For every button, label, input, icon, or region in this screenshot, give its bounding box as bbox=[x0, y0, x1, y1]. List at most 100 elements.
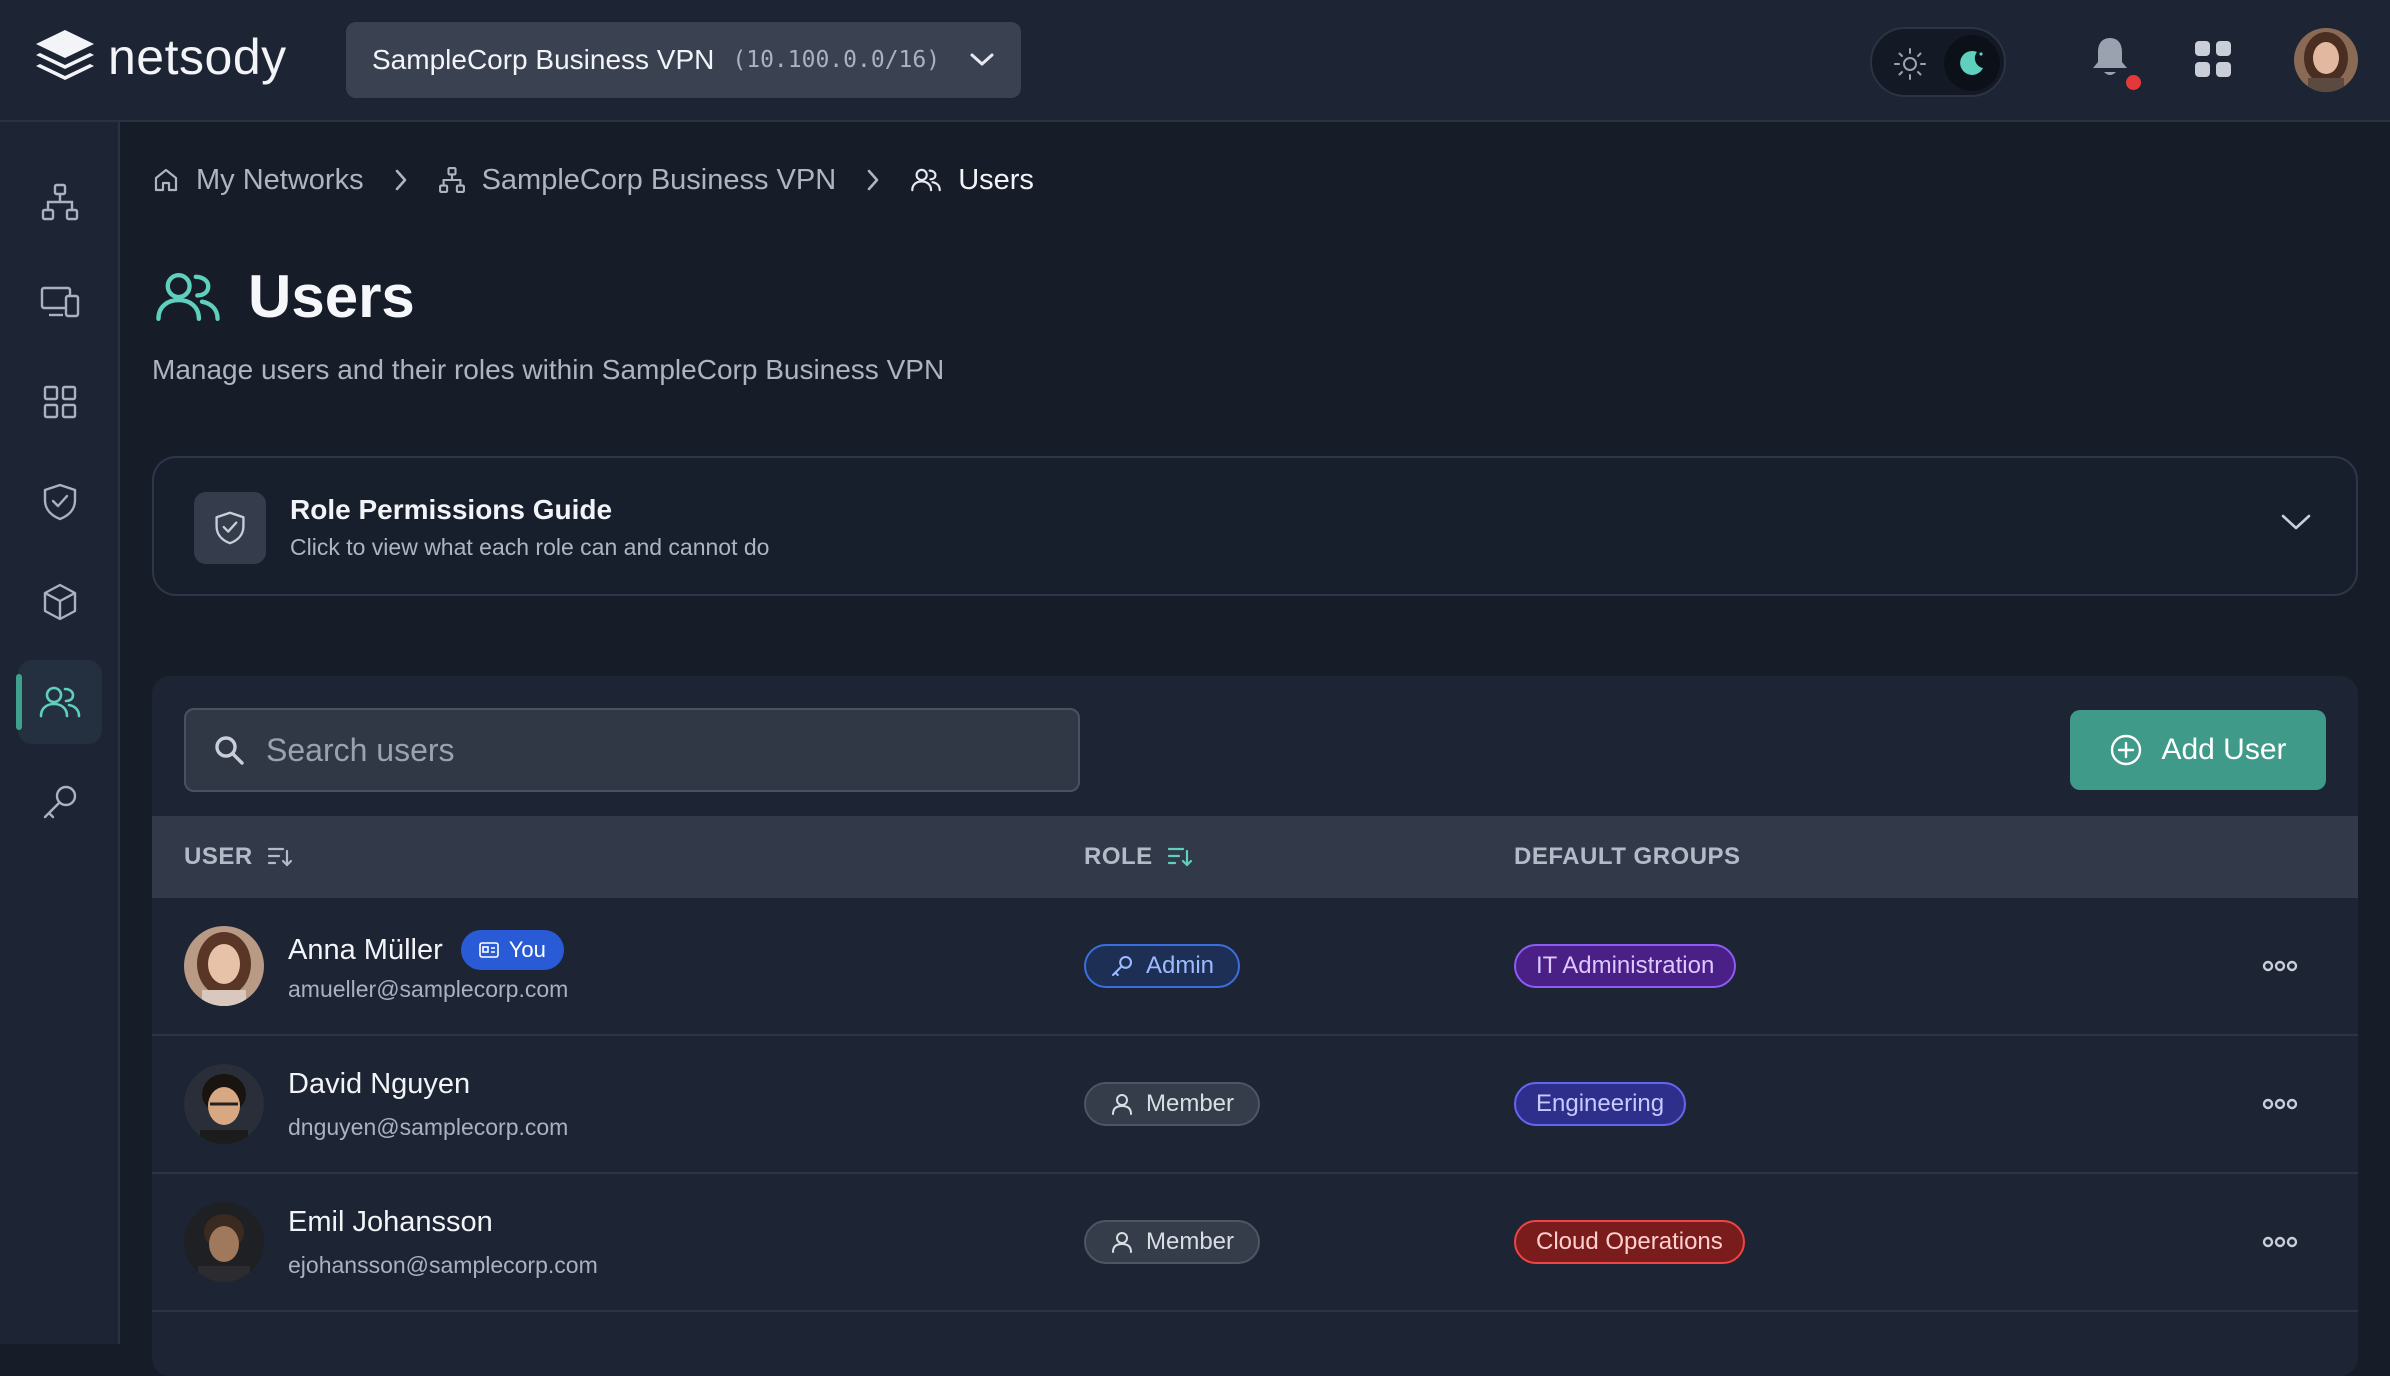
more-options-icon[interactable] bbox=[2262, 956, 2298, 976]
user-name-text: David Nguyen bbox=[288, 1068, 471, 1100]
user-name: Emil Johansson bbox=[288, 1206, 493, 1239]
shield-check-icon bbox=[194, 492, 266, 564]
notification-bell-icon[interactable] bbox=[2090, 34, 2130, 80]
brand-logo[interactable]: netsody bbox=[32, 26, 287, 88]
sidebar-item-devices[interactable] bbox=[18, 260, 102, 344]
role-permissions-guide[interactable]: Role Permissions Guide Click to view wha… bbox=[152, 456, 2358, 596]
network-topology-icon bbox=[41, 183, 79, 221]
breadcrumb-label: Users bbox=[958, 163, 1034, 196]
plus-circle-icon bbox=[2111, 734, 2142, 766]
notification-dot bbox=[2126, 75, 2141, 90]
role-label: Member bbox=[1146, 1228, 1235, 1255]
users-icon bbox=[911, 168, 941, 192]
chevron-right-icon bbox=[867, 169, 879, 191]
top-bar: netsody SampleCorp Business VPN (10.100.… bbox=[0, 0, 2390, 122]
search-icon bbox=[215, 736, 244, 765]
group-badge: IT Administration bbox=[1514, 944, 1737, 988]
guide-title: Role Permissions Guide bbox=[290, 494, 613, 525]
role-label: Admin bbox=[1146, 952, 1215, 979]
id-card-icon bbox=[478, 942, 499, 958]
sidebar-item-network[interactable] bbox=[18, 160, 102, 244]
sort-icon[interactable] bbox=[267, 845, 293, 869]
avatar bbox=[184, 1202, 264, 1282]
search-input[interactable] bbox=[266, 731, 1052, 769]
table-row[interactable]: Emil Johansson ejohansson@samplecorp.com… bbox=[152, 1174, 2358, 1312]
group-badge: Cloud Operations bbox=[1514, 1220, 1745, 1264]
breadcrumb-users: Users bbox=[910, 164, 1034, 197]
network-selector[interactable]: SampleCorp Business VPN (10.100.0.0/16) bbox=[346, 22, 1021, 98]
sidebar bbox=[0, 122, 120, 1344]
cube-icon bbox=[43, 583, 77, 621]
home-icon bbox=[154, 168, 178, 192]
logo-layers-icon bbox=[36, 30, 94, 80]
network-selector-name: SampleCorp Business VPN bbox=[372, 44, 715, 75]
user-email: ejohansson@samplecorp.com bbox=[288, 1252, 598, 1278]
breadcrumb-network[interactable]: SampleCorp Business VPN bbox=[438, 163, 837, 197]
group-badge: Engineering bbox=[1514, 1082, 1687, 1126]
more-options-icon[interactable] bbox=[2262, 1232, 2298, 1252]
column-user[interactable]: USER bbox=[184, 816, 293, 898]
breadcrumb-label: SampleCorp Business VPN bbox=[481, 163, 837, 196]
sun-icon[interactable] bbox=[1892, 46, 1928, 82]
page-header: Users bbox=[152, 262, 415, 331]
avatar bbox=[184, 1064, 264, 1144]
breadcrumb: My Networks SampleCorp Business VPN User… bbox=[152, 160, 1034, 200]
column-role-label: ROLE bbox=[1084, 843, 1153, 870]
users-icon bbox=[39, 686, 81, 718]
table-row[interactable]: Anna Müller You amueller@samplecorp.com … bbox=[152, 898, 2358, 1036]
user-name-text: Anna Müller bbox=[288, 933, 443, 966]
table-row[interactable]: David Nguyen dnguyen@samplecorp.com Memb… bbox=[152, 1036, 2358, 1174]
column-groups-label: DEFAULT GROUPS bbox=[1514, 843, 1741, 870]
user-icon bbox=[1112, 1232, 1132, 1253]
role-label: Member bbox=[1146, 1090, 1235, 1117]
sidebar-item-resources[interactable] bbox=[18, 560, 102, 644]
more-options-icon[interactable] bbox=[2262, 1094, 2298, 1114]
breadcrumb-label: My Networks bbox=[196, 163, 364, 196]
user-name: David Nguyen bbox=[288, 1068, 470, 1101]
user-email: amueller@samplecorp.com bbox=[288, 976, 569, 1002]
key-icon bbox=[1111, 955, 1133, 977]
theme-toggle[interactable] bbox=[1870, 27, 2006, 97]
shield-check-icon bbox=[43, 483, 77, 521]
you-badge: You bbox=[460, 930, 564, 970]
devices-icon bbox=[40, 286, 80, 318]
role-badge: Member bbox=[1084, 1082, 1261, 1126]
role-badge: Member bbox=[1084, 1220, 1261, 1264]
sidebar-item-keys[interactable] bbox=[18, 760, 102, 844]
column-role[interactable]: ROLE bbox=[1084, 816, 1193, 898]
chevron-right-icon bbox=[395, 169, 406, 191]
sidebar-item-users[interactable] bbox=[16, 660, 102, 744]
user-icon bbox=[1112, 1094, 1132, 1115]
users-icon bbox=[156, 272, 220, 321]
avatar bbox=[184, 926, 264, 1006]
page-subtitle: Manage users and their roles within Samp… bbox=[152, 354, 945, 385]
sidebar-item-apps[interactable] bbox=[18, 360, 102, 444]
add-user-button[interactable]: Add User bbox=[2070, 710, 2326, 790]
user-avatar[interactable] bbox=[2294, 28, 2358, 92]
key-icon bbox=[43, 785, 77, 819]
column-user-label: USER bbox=[184, 843, 253, 870]
page-title: Users bbox=[248, 263, 415, 330]
sort-icon[interactable] bbox=[1167, 845, 1193, 869]
guide-subtitle: Click to view what each role can and can… bbox=[290, 534, 770, 560]
brand-name: netsody bbox=[108, 29, 287, 85]
role-badge: Admin bbox=[1084, 944, 1241, 988]
network-selector-cidr: (10.100.0.0/16) bbox=[732, 47, 941, 73]
chevron-down-icon[interactable] bbox=[2280, 512, 2312, 532]
apps-grid-icon bbox=[43, 385, 77, 419]
users-table-card: Add User USER ROLE DEFAULT GROUPS bbox=[152, 676, 2358, 1376]
user-email: dnguyen@samplecorp.com bbox=[288, 1114, 569, 1140]
search-box[interactable] bbox=[184, 708, 1080, 792]
moon-icon[interactable] bbox=[1944, 35, 2000, 91]
chevron-down-icon bbox=[970, 53, 994, 66]
user-name-text: Emil Johansson bbox=[288, 1206, 493, 1238]
table-header: USER ROLE DEFAULT GROUPS bbox=[152, 816, 2358, 898]
network-topology-icon bbox=[438, 167, 465, 193]
column-default-groups: DEFAULT GROUPS bbox=[1514, 816, 1741, 898]
add-user-label: Add User bbox=[2161, 733, 2287, 766]
user-name: Anna Müller You bbox=[288, 930, 564, 970]
you-badge-label: You bbox=[508, 937, 546, 962]
breadcrumb-my-networks[interactable]: My Networks bbox=[152, 164, 364, 197]
apps-grid-icon[interactable] bbox=[2194, 40, 2232, 78]
sidebar-item-security[interactable] bbox=[18, 460, 102, 544]
